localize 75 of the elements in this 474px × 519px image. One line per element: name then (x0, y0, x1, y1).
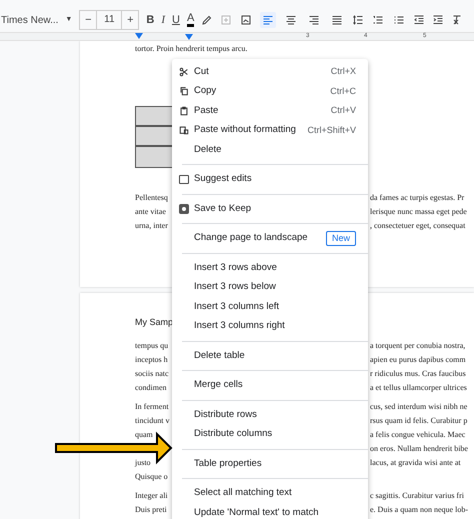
line-spacing-icon[interactable] (352, 14, 364, 26)
menu-item[interactable]: Save to Keep (172, 199, 368, 218)
body-text: tincidunt v (135, 416, 170, 425)
shortcut-text: Ctrl+Shift+V (307, 124, 356, 136)
body-text: Integer ali (135, 491, 168, 500)
copy-icon (179, 86, 189, 96)
body-text: a torquent per conubia nostra, (370, 340, 466, 352)
menu-item[interactable]: Copy Ctrl+C (172, 82, 368, 101)
menu-item[interactable]: Delete (172, 140, 368, 160)
clipboard-icon (179, 106, 189, 116)
body-text: In ferment (135, 402, 169, 411)
body-text: a et tellus ullamcorper ultrices (370, 382, 467, 394)
body-text: Duis preti (135, 505, 167, 514)
heading-text: My Samp (135, 317, 174, 327)
body-text: a felis congue vehicula. Maec (370, 429, 466, 441)
body-text: tempus qu (135, 341, 168, 350)
increase-size-button[interactable]: + (122, 11, 138, 29)
bold-button[interactable]: B (146, 12, 154, 28)
menu-item[interactable]: Update 'Normal text' to match (172, 503, 368, 519)
shortcut-text: Ctrl+C (330, 84, 356, 98)
shortcut-text: Ctrl+X (330, 65, 356, 78)
menu-item[interactable]: Paste Ctrl+V (172, 101, 368, 120)
body-text: sociis natc (135, 369, 169, 378)
clear-formatting-icon[interactable] (451, 14, 464, 26)
menu-item[interactable]: Delete table (172, 346, 368, 366)
numbered-list-icon[interactable] (371, 14, 386, 26)
menu-item[interactable]: Cut Ctrl+X (172, 62, 368, 82)
text-color-button[interactable]: A (186, 13, 194, 27)
body-text: c sagittis. Curabitur varius fri (370, 490, 464, 502)
menu-item[interactable]: Merge cells (172, 376, 368, 395)
menu-item[interactable]: Paste without formatting Ctrl+Shift+V (172, 120, 368, 140)
body-text: da fames ac turpis egestas. Pr (370, 192, 464, 204)
scissors-icon (179, 66, 189, 77)
body-text: lacus, at gravida wisi ante at (370, 457, 461, 469)
body-text: lerisque nunc massa eget pede (370, 206, 467, 218)
clipboard-icon (179, 125, 189, 136)
body-text: r ridiculus mus. Cras faucibus (370, 368, 466, 380)
decrease-indent-icon[interactable] (413, 14, 426, 26)
menu-item[interactable]: Change page to landscape New (172, 228, 368, 248)
body-text: ante vitae (135, 207, 166, 216)
menu-item[interactable]: Insert 3 rows below (172, 278, 368, 297)
body-text: on eros. Nullam hendrerit bibe (370, 443, 468, 455)
pen-icon[interactable] (201, 14, 214, 26)
font-dropdown[interactable]: Times New... (0, 12, 58, 28)
body-text: apien eu purus dapibus comm (370, 354, 466, 366)
body-text: urna, inter (135, 221, 168, 230)
menu-item[interactable]: Insert 3 columns left (172, 297, 368, 316)
body-text: cus, sed interdum wisi nibh ne (370, 401, 468, 413)
body-text: rsus quam id felis. Curabitur p (370, 415, 468, 427)
menu-item[interactable]: Select all matching text (172, 484, 368, 503)
menu-item[interactable]: Table properties (172, 454, 368, 474)
menu-item[interactable]: Suggest edits (172, 170, 368, 189)
increase-indent-icon[interactable] (432, 14, 444, 26)
body-text: Quisque o (135, 472, 168, 481)
menu-item[interactable]: Insert 3 columns right (172, 316, 368, 336)
italic-button[interactable]: I (161, 12, 165, 28)
body-text: tortor. Proin hendrerit tempus arcu. (135, 44, 248, 53)
menu-item[interactable]: Distribute rows (172, 405, 368, 424)
shortcut-text: Ctrl+V (330, 104, 356, 117)
bulleted-list-icon[interactable] (392, 14, 406, 26)
font-size-field[interactable]: 11 (96, 11, 122, 29)
body-text: e. Duis a quam non neque lob- (370, 504, 468, 516)
menu-item[interactable]: Distribute columns (172, 424, 368, 444)
body-text: condimen (135, 383, 167, 392)
new-badge: New (326, 230, 356, 246)
body-text: quam (135, 430, 153, 439)
body-text: , consectetuer eget, consequat (370, 220, 466, 232)
note-icon (179, 204, 189, 214)
body-text: justo (135, 458, 151, 467)
menu-item[interactable]: Insert 3 rows above (172, 258, 368, 278)
body-text: Pellentesq (135, 193, 168, 202)
underline-button[interactable]: U (172, 12, 180, 28)
body-text: inceptos h (135, 355, 168, 364)
align-icon[interactable] (260, 12, 276, 28)
decrease-size-button[interactable]: − (80, 11, 96, 29)
